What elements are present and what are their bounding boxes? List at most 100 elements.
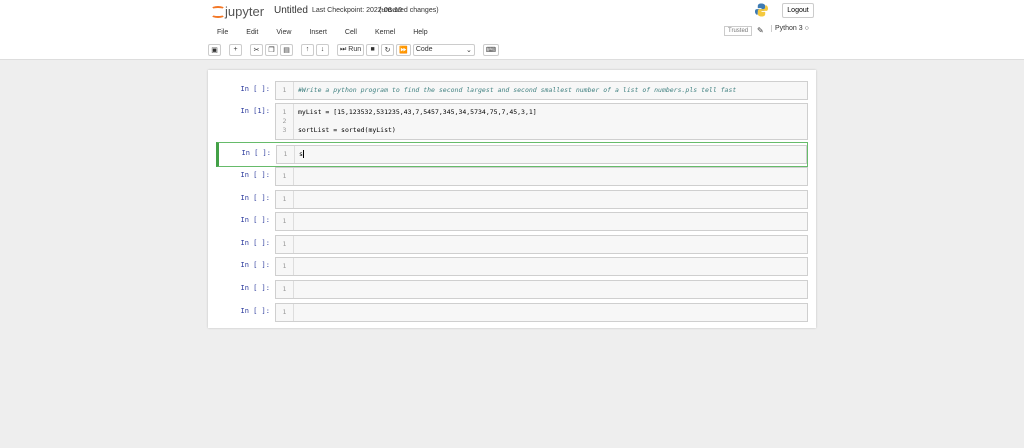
code-cell[interactable]: In [ ]: 1 bbox=[216, 189, 808, 209]
line-numbers: 1 bbox=[276, 235, 294, 253]
trusted-badge[interactable]: Trusted bbox=[724, 26, 753, 36]
code-cell[interactable]: In [ ]: 1 bbox=[216, 280, 808, 299]
code-text[interactable] bbox=[294, 304, 302, 321]
line-numbers: 1 bbox=[276, 213, 294, 231]
scissors-icon: ✂ bbox=[253, 46, 260, 54]
cell-prompt: In [ ]: bbox=[240, 171, 270, 179]
cell-prompt: In [ ]: bbox=[240, 284, 270, 292]
code-cell[interactable]: In [ ]: 1 bbox=[216, 167, 808, 186]
cell-prompt: In [ ]: bbox=[240, 261, 270, 270]
chevron-down-icon: ⌄ bbox=[465, 46, 472, 54]
plus-icon: + bbox=[233, 46, 238, 53]
menu-view[interactable]: View bbox=[267, 29, 300, 36]
restart-icon: ↻ bbox=[384, 46, 391, 54]
kernel-indicator: Python 3 ○ bbox=[771, 25, 809, 32]
cell-input[interactable]: 1s bbox=[276, 145, 807, 164]
menu-help[interactable]: Help bbox=[404, 29, 436, 36]
code-cell[interactable]: In [ ]: 1 bbox=[216, 257, 808, 277]
save-button[interactable]: ▣ bbox=[208, 43, 221, 56]
line-numbers: 123 bbox=[276, 104, 294, 139]
code-text[interactable] bbox=[294, 236, 302, 253]
code-text[interactable] bbox=[294, 258, 302, 275]
menu-edit[interactable]: Edit bbox=[237, 29, 267, 36]
code-cell[interactable]: In [ ]: 1 bbox=[216, 234, 808, 254]
restart-run-all-button[interactable]: ⏩ bbox=[396, 43, 411, 56]
menu-insert[interactable]: Insert bbox=[300, 29, 336, 36]
cell-input[interactable]: 1 #Write a python program to find the sec… bbox=[275, 81, 808, 100]
code-line: sortList = sorted(myList) bbox=[298, 126, 396, 134]
code-line: myList = [15,123532,531235,43,7,5457,345… bbox=[298, 108, 537, 116]
cut-button[interactable]: ✂ bbox=[250, 43, 263, 56]
code-cell[interactable]: In [1]: 1 2 3 myList = [15,123532,531235,43… bbox=[216, 103, 808, 140]
restart-button[interactable]: ↻ bbox=[381, 43, 395, 56]
move-up-button[interactable]: ↑ bbox=[301, 43, 314, 56]
code-cell[interactable]: In [ ]: 1 #Write a python program to find… bbox=[216, 81, 808, 100]
line-number: 1 bbox=[282, 108, 287, 116]
cell-input[interactable]: 1 bbox=[275, 234, 808, 254]
line-numbers: 1 bbox=[276, 258, 294, 276]
run-button[interactable]: ⏭ Run bbox=[337, 43, 365, 56]
menu-kernel[interactable]: Kernel bbox=[366, 29, 404, 36]
code-cell[interactable]: In [ ]: 1 bbox=[216, 212, 808, 232]
cell-prompt: In [ ]: bbox=[240, 306, 270, 315]
toolbar: ▣ + ✂ ❐ ▤ ↑ ↓ ⏭ Run ■ ↻ ⏩ Code ⌄ ⌨ bbox=[208, 43, 499, 56]
line-number: 3 bbox=[282, 126, 287, 134]
move-down-button[interactable]: ↓ bbox=[316, 43, 329, 56]
keyboard-icon: ⌨ bbox=[485, 46, 496, 54]
paste-button[interactable]: ▤ bbox=[280, 43, 293, 56]
cell-input[interactable]: 1 bbox=[275, 167, 808, 186]
text-cursor bbox=[302, 150, 304, 158]
run-label: Run bbox=[348, 46, 362, 53]
line-numbers: 1 bbox=[276, 281, 294, 298]
cell-input[interactable]: 1 2 3 myList = [15,123532,531235,43,7,5457,… bbox=[275, 103, 808, 140]
cell-type-select[interactable]: Code ⌄ bbox=[412, 43, 475, 56]
jupyter-logo-icon bbox=[210, 5, 225, 19]
cell-input[interactable]: 1 bbox=[275, 302, 808, 322]
notebook-title[interactable]: Untitled bbox=[274, 5, 308, 16]
code-text[interactable] bbox=[294, 281, 302, 298]
insert-cell-button[interactable]: + bbox=[229, 43, 242, 56]
cell-prompt: In [ ]: bbox=[240, 216, 270, 225]
python-logo-icon bbox=[755, 3, 768, 17]
paste-icon: ▤ bbox=[283, 46, 290, 54]
pencil-icon[interactable]: ✎ bbox=[757, 26, 764, 35]
code-text[interactable] bbox=[294, 168, 302, 185]
line-numbers: 1 bbox=[276, 190, 294, 208]
save-icon: ▣ bbox=[211, 46, 218, 54]
cell-prompt: In [1]: bbox=[240, 107, 270, 115]
line-numbers: 1 bbox=[276, 168, 294, 185]
notebook-container: In [ ]: 1 #Write a python program to find… bbox=[208, 70, 816, 328]
line-numbers: 1 bbox=[277, 146, 295, 163]
line-numbers: 1 bbox=[276, 303, 294, 321]
code-text[interactable] bbox=[294, 213, 302, 230]
code-text[interactable]: myList = [15,123532,531235,43,7,5457,345… bbox=[294, 104, 541, 139]
menu-file[interactable]: File bbox=[208, 29, 237, 36]
stop-icon: ■ bbox=[370, 46, 375, 53]
code-cell[interactable]: In [ ]: 1 bbox=[216, 302, 808, 322]
command-palette-button[interactable]: ⌨ bbox=[482, 43, 499, 56]
cell-input[interactable]: 1 bbox=[275, 280, 808, 299]
cell-prompt: In [ ]: bbox=[240, 85, 270, 93]
cell-prompt: In [ ]: bbox=[240, 193, 270, 202]
header: jupyter Untitled Last Checkpoint: 2022-0… bbox=[0, 0, 1024, 60]
code-text[interactable]: #Write a python program to find the seco… bbox=[294, 82, 740, 99]
line-number: 2 bbox=[282, 117, 287, 125]
menu-cell[interactable]: Cell bbox=[336, 29, 366, 36]
cell-input[interactable]: 1 bbox=[275, 189, 808, 209]
kernel-idle-icon: ○ bbox=[804, 25, 809, 32]
logout-button[interactable]: Logout bbox=[782, 3, 814, 18]
cell-input[interactable]: 1 bbox=[275, 212, 808, 232]
cell-prompt: In [ ]: bbox=[240, 238, 270, 247]
copy-button[interactable]: ❐ bbox=[265, 43, 278, 56]
step-forward-icon: ⏭ bbox=[340, 45, 347, 53]
code-text[interactable] bbox=[294, 191, 302, 208]
arrow-up-icon: ↑ bbox=[305, 46, 310, 53]
jupyter-logo[interactable]: jupyter bbox=[210, 4, 264, 19]
code-cell-selected[interactable]: In [ ]: 1s bbox=[216, 142, 808, 167]
save-status: (unsaved changes) bbox=[379, 7, 439, 14]
code-text[interactable]: s bbox=[295, 146, 308, 163]
interrupt-button[interactable]: ■ bbox=[366, 43, 380, 56]
cell-input[interactable]: 1 bbox=[275, 257, 808, 277]
copy-icon: ❐ bbox=[268, 46, 275, 54]
cell-prompt: In [ ]: bbox=[241, 149, 271, 157]
